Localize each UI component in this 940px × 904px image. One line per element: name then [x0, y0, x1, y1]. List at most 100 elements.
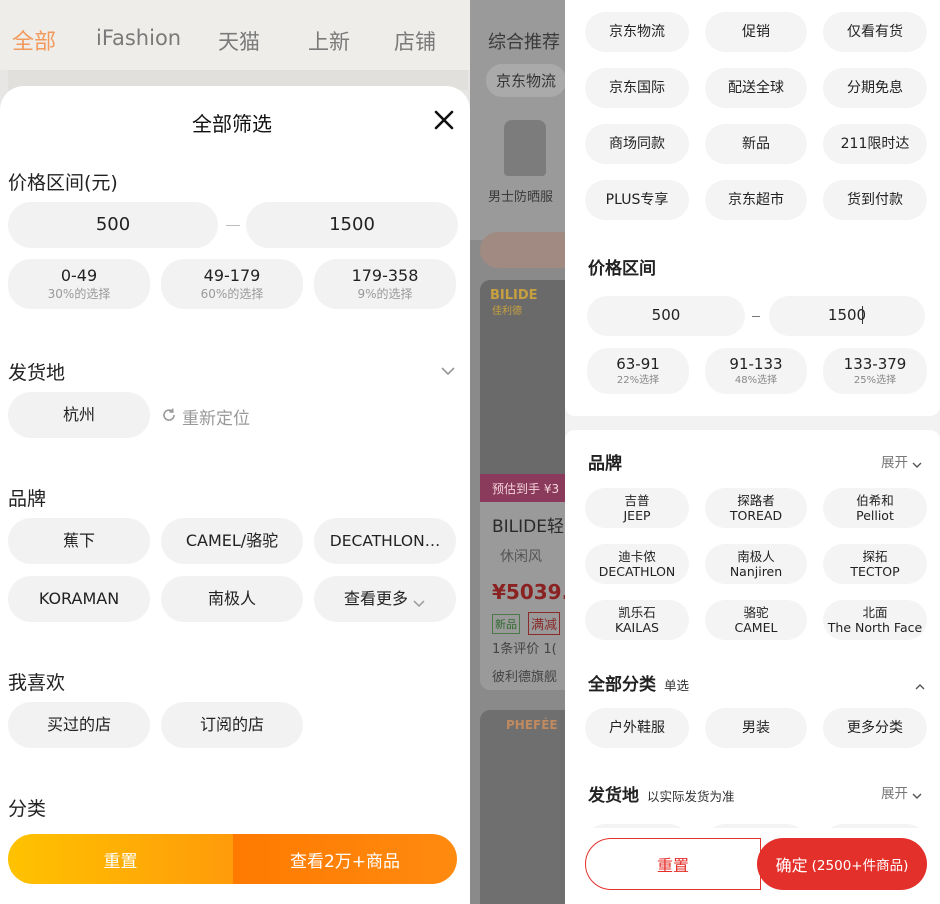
brand-chip[interactable]: 南极人 Nanjiren	[705, 544, 807, 584]
like-chip[interactable]: 订阅的店	[161, 702, 303, 748]
category-note: 单选	[664, 678, 690, 693]
left-tab-all[interactable]: 全部	[12, 24, 56, 56]
price-option-range: 49-179	[203, 266, 261, 286]
confirm-count: (2500+件商品)	[811, 858, 909, 874]
left-tab-tmall[interactable]: 天猫	[218, 26, 260, 56]
brand-chip[interactable]: 蕉下	[8, 518, 150, 564]
shop-name[interactable]: 彼利德旗舰	[492, 666, 557, 685]
brand-chip-en: JEEP	[623, 508, 651, 523]
middle-tab-recommend[interactable]: 综合推荐	[488, 28, 560, 54]
service-tag[interactable]: 京东超市	[705, 180, 807, 220]
brand-chip[interactable]: DECATHLON…	[314, 518, 456, 564]
tag-new: 新品	[492, 614, 520, 634]
like-chip-label: 买过的店	[46, 715, 111, 735]
left-tab-ifashion[interactable]: iFashion	[96, 26, 181, 50]
service-tag-label: 京东国际	[609, 79, 665, 96]
price-max-value: 1500	[329, 214, 375, 236]
price-dash	[226, 225, 240, 226]
price-option-share: 60%的选择	[200, 287, 264, 302]
brand-chip-label: DECATHLON…	[329, 531, 441, 550]
service-tag[interactable]: 仅看有货	[823, 12, 927, 52]
service-tag-label: 京东超市	[728, 191, 784, 208]
price-option-range: 91-133	[729, 354, 783, 373]
price-option[interactable]: 49-179 60%的选择	[161, 259, 303, 309]
refresh-icon[interactable]	[160, 406, 178, 424]
service-tag[interactable]: 新品	[705, 124, 807, 164]
price-max-input[interactable]: 1500	[769, 296, 925, 336]
brand-chip[interactable]: 伯希和 Pelliot	[823, 488, 927, 528]
price-max-input[interactable]: 1500	[246, 202, 458, 248]
chevron-down-icon[interactable]	[440, 362, 456, 376]
product-image-2[interactable]	[480, 710, 570, 904]
price-option[interactable]: 133-379 25%选择	[823, 348, 927, 394]
brand-chip-label: CAMEL/骆驼	[185, 531, 279, 551]
brand-chip-cn: 迪卡侬	[618, 548, 656, 564]
chevron-up-icon[interactable]	[915, 676, 925, 690]
right-reset-button[interactable]: 重置	[585, 838, 761, 890]
service-tag-label: 新品	[742, 135, 770, 152]
brand-chip[interactable]: 骆驼 CAMEL	[705, 600, 807, 640]
product-title[interactable]: BILIDE轻	[492, 512, 564, 537]
category-chip[interactable]: 户外鞋服	[585, 708, 689, 748]
price-option[interactable]: 63-91 22%选择	[587, 348, 689, 394]
brand-chip-en: TOREAD	[729, 508, 783, 523]
brand-chip-cn: 吉普	[624, 492, 650, 508]
ship-city-chip[interactable]: 杭州	[8, 392, 150, 438]
ship-expand-label: 展开	[881, 786, 908, 802]
left-tab-new[interactable]: 上新	[308, 26, 350, 56]
left-filter-panel: 全部筛选 价格区间(元) 500 1500 0-49 30%的选择 49-179…	[0, 86, 470, 904]
service-tag[interactable]: 京东物流	[585, 12, 689, 52]
more-brands-button[interactable]: 查看更多	[314, 576, 456, 622]
category-chip[interactable]: 更多分类	[823, 708, 927, 748]
brand-section-title: 品牌	[8, 488, 47, 510]
brand-expand-toggle[interactable]: 展开	[881, 451, 922, 471]
brand-chip[interactable]: 吉普 JEEP	[585, 488, 689, 528]
left-tab-shops[interactable]: 店铺	[394, 26, 436, 56]
like-chip[interactable]: 买过的店	[8, 702, 150, 748]
service-tag[interactable]: 分期免息	[823, 68, 927, 108]
brand-chip[interactable]: 凯乐石 KAILAS	[585, 600, 689, 640]
brand-chip[interactable]: 迪卡侬 DECATHLON	[585, 544, 689, 584]
reset-button[interactable]: 重置	[8, 834, 233, 884]
chevron-down-icon	[912, 457, 922, 468]
service-tag[interactable]: 配送全球	[705, 68, 807, 108]
price-min-input[interactable]: 500	[587, 296, 745, 336]
view-results-button[interactable]: 查看2万+商品	[233, 834, 457, 884]
jacket-thumbnail[interactable]	[504, 120, 546, 176]
category-chip[interactable]: 男装	[705, 708, 807, 748]
ship-note: 以实际发货为准	[647, 789, 735, 804]
brand-chip[interactable]: CAMEL/骆驼	[161, 518, 303, 564]
brand-chip[interactable]: KORAMAN	[8, 576, 150, 622]
close-icon[interactable]	[430, 106, 458, 134]
relocate-link[interactable]: 重新定位	[182, 404, 250, 429]
promo-text: 预估到手 ¥3	[492, 482, 560, 496]
brand-chip-en: The North Face	[827, 620, 923, 635]
price-option-share: 48%选择	[734, 374, 778, 386]
price-option[interactable]: 0-49 30%的选择	[8, 259, 150, 309]
action-bar: 重置 查看2万+商品	[8, 834, 457, 884]
service-tag[interactable]: 京东国际	[585, 68, 689, 108]
price-min-value: 500	[95, 214, 131, 236]
brand-chip[interactable]: 北面 The North Face	[823, 600, 927, 640]
middle-background: 综合推荐 京东物流 男士防晒服 BILIDE 佳利德 预估到手 ¥3 BILID…	[470, 0, 570, 904]
brand-chip[interactable]: 南极人	[161, 576, 303, 622]
service-tag[interactable]: PLUS专享	[585, 180, 689, 220]
service-tag[interactable]: 货到付款	[823, 180, 927, 220]
price-option[interactable]: 179-358 9%的选择	[314, 259, 456, 309]
brand-chip-cn: 北面	[862, 604, 888, 620]
middle-chip-logistics[interactable]: 京东物流	[486, 64, 567, 97]
product-brand-logo: BILIDE	[490, 288, 538, 303]
price-option[interactable]: 91-133 48%选择	[705, 348, 807, 394]
category-section-title: 全部分类 单选	[588, 670, 689, 695]
like-section-title: 我喜欢	[8, 672, 66, 694]
ship-expand-toggle[interactable]: 展开	[881, 782, 922, 802]
brand-chip[interactable]: 探路者 TOREAD	[705, 488, 807, 528]
brand-chip[interactable]: 探拓 TECTOP	[823, 544, 927, 584]
price-min-input[interactable]: 500	[8, 202, 218, 248]
service-tag[interactable]: 促销	[705, 12, 807, 52]
service-tag[interactable]: 211限时达	[823, 124, 927, 164]
confirm-button[interactable]: 确定 (2500+件商品)	[757, 838, 927, 890]
service-tag[interactable]: 商场同款	[585, 124, 689, 164]
price-option-share: 30%的选择	[47, 287, 111, 302]
review-count: 1条评价 1(	[492, 642, 557, 657]
